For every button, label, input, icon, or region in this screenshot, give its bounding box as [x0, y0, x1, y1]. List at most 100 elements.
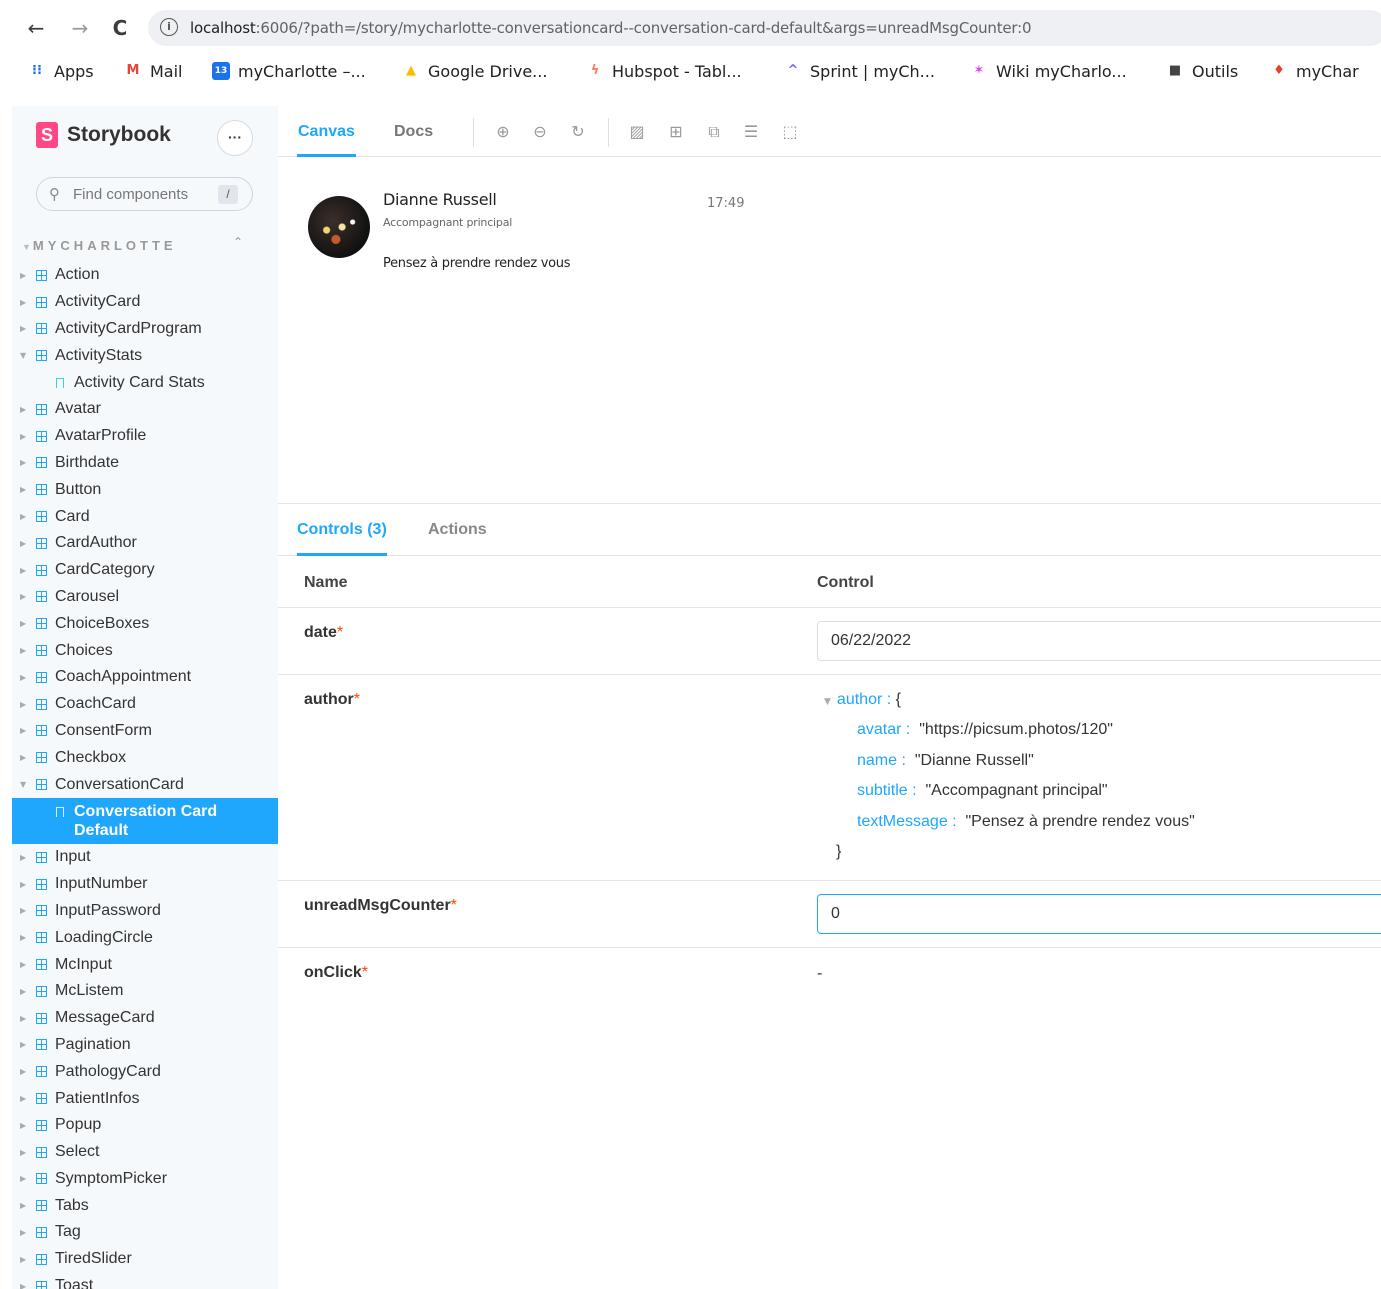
- apps-grid-icon: ⁝⁝: [32, 63, 42, 78]
- reload-icon[interactable]: C: [106, 14, 134, 42]
- chevron-right-icon: ▶: [20, 906, 27, 916]
- sidebar-item-coachcard[interactable]: ▶ CoachCard: [12, 691, 278, 718]
- sidebar-item-mcinput[interactable]: ▶ McInput: [12, 951, 278, 978]
- expand-collapse-icon[interactable]: ⌃: [233, 235, 243, 249]
- sidebar-item-tag[interactable]: ▶ Tag: [12, 1219, 278, 1246]
- tab-actions[interactable]: Actions: [428, 504, 487, 556]
- zoom-in-icon[interactable]: ⊕: [493, 122, 513, 142]
- sidebar-item-toast[interactable]: ▶ Toast: [12, 1273, 278, 1289]
- sidebar-item-activitystats[interactable]: ▼ ActivityStats: [12, 342, 278, 369]
- chevron-right-icon: ▶: [20, 512, 27, 522]
- sidebar-item-consentform[interactable]: ▶ ConsentForm: [12, 718, 278, 745]
- sidebar-item-cardauthor[interactable]: ▶ CardAuthor: [12, 530, 278, 557]
- sidebar-item-activitycardprogram[interactable]: ▶ ActivityCardProgram: [12, 316, 278, 343]
- sidebar-group-title[interactable]: ▼ MYCHARLOTTE: [22, 238, 177, 253]
- on-click-value: -: [817, 965, 823, 982]
- sidebar-item-label: ActivityCardProgram: [55, 319, 202, 337]
- sidebar-item-label: Popup: [55, 1116, 102, 1134]
- sidebar-item-messagecard[interactable]: ▶ MessageCard: [12, 1005, 278, 1032]
- sidebar-item-inputpassword[interactable]: ▶ InputPassword: [12, 898, 278, 925]
- sidebar-item-choiceboxes[interactable]: ▶ ChoiceBoxes: [12, 610, 278, 637]
- forward-arrow-icon[interactable]: →: [66, 14, 94, 42]
- tab-controls[interactable]: Controls (3): [297, 504, 387, 556]
- object-field[interactable]: textMessage : "Pensez à prendre rendez v…: [857, 813, 1195, 831]
- sidebar-item-avatar[interactable]: ▶ Avatar: [12, 396, 278, 423]
- sidebar-item-label: Birthdate: [55, 453, 120, 471]
- sidebar-item-label: SymptomPicker: [55, 1169, 168, 1187]
- bookmark-item[interactable]: ^ Sprint | myCh...: [784, 58, 935, 84]
- sidebar-item-tabs[interactable]: ▶ Tabs: [12, 1192, 278, 1219]
- storybook-brand[interactable]: S Storybook: [36, 122, 171, 148]
- object-field[interactable]: avatar : "https://picsum.photos/120": [857, 721, 1113, 739]
- sidebar-item-label: Select: [55, 1143, 100, 1161]
- sidebar-item-checkbox[interactable]: ▶ Checkbox: [12, 744, 278, 771]
- tab-canvas[interactable]: Canvas: [297, 106, 356, 157]
- sidebar-item-mclistem[interactable]: ▶ McListem: [12, 978, 278, 1005]
- card-time: 17:49: [707, 196, 745, 211]
- zoom-out-icon[interactable]: ⊖: [530, 122, 550, 142]
- sidebar-item-button[interactable]: ▶ Button: [12, 476, 278, 503]
- sidebar-item-label: MessageCard: [55, 1009, 155, 1027]
- tab-docs[interactable]: Docs: [394, 106, 433, 157]
- component-icon: [36, 1119, 47, 1131]
- sidebar-item-avatarprofile[interactable]: ▶ AvatarProfile: [12, 423, 278, 450]
- measure-icon[interactable]: ☰: [741, 122, 761, 142]
- sidebar-item-action[interactable]: ▶ Action: [12, 262, 278, 289]
- bookmark-item[interactable]: 13 myCharlotte –...: [212, 58, 366, 84]
- sidebar-item-input[interactable]: ▶ Input: [12, 844, 278, 871]
- site-info-icon[interactable]: i: [160, 18, 178, 36]
- back-arrow-icon[interactable]: ←: [22, 14, 50, 42]
- sidebar-item-tiredslider[interactable]: ▶ TiredSlider: [12, 1246, 278, 1273]
- sidebar-item-carousel[interactable]: ▶ Carousel: [12, 584, 278, 611]
- viewport-icon[interactable]: ⧉: [704, 122, 724, 142]
- bookmark-item[interactable]: ⁝⁝ Apps: [28, 58, 94, 84]
- component-icon: [36, 537, 47, 549]
- bookmark-item[interactable]: ϟ Hubspot - Tabl...: [586, 58, 742, 84]
- sidebar-item-coachappointment[interactable]: ▶ CoachAppointment: [12, 664, 278, 691]
- object-field[interactable]: name : "Dianne Russell": [857, 752, 1034, 770]
- unread-msg-counter-field[interactable]: 0: [817, 894, 1381, 934]
- outline-icon[interactable]: ⬚: [780, 122, 800, 142]
- object-field[interactable]: subtitle : "Accompagnant principal": [857, 782, 1108, 800]
- sidebar-item-activitycard[interactable]: ▶ ActivityCard: [12, 289, 278, 316]
- sidebar-item-label: PatientInfos: [55, 1089, 140, 1107]
- bookmark-item[interactable]: ♦ myChar: [1270, 58, 1359, 84]
- sidebar-story-activity-card-stats[interactable]: Activity Card Stats: [12, 369, 278, 396]
- url-text[interactable]: localhost:6006/?path=/story/mycharlotte-…: [190, 19, 1032, 37]
- search-shortcut-key: /: [218, 185, 238, 204]
- sidebar-item-pagination[interactable]: ▶ Pagination: [12, 1032, 278, 1059]
- date-field[interactable]: 06/22/2022: [817, 621, 1381, 661]
- sidebar-item-conversationcard[interactable]: ▼ ConversationCard: [12, 771, 278, 798]
- bookmark-item[interactable]: ▲ Google Drive...: [402, 58, 547, 84]
- sidebar-item-label: Action: [55, 266, 100, 284]
- chevron-right-icon: ▶: [20, 485, 27, 495]
- sidebar-item-birthdate[interactable]: ▶ Birthdate: [12, 450, 278, 477]
- bookmark-item[interactable]: M Mail: [124, 58, 183, 84]
- zoom-reset-icon[interactable]: ↻: [568, 122, 588, 142]
- sidebar-item-card[interactable]: ▶ Card: [12, 503, 278, 530]
- sidebar-item-loadingcircle[interactable]: ▶ LoadingCircle: [12, 924, 278, 951]
- sidebar-story-conversation-card-default[interactable]: Conversation Card Default: [12, 797, 278, 844]
- sidebar-item-pathologycard[interactable]: ▶ PathologyCard: [12, 1058, 278, 1085]
- sidebar-item-inputnumber[interactable]: ▶ InputNumber: [12, 871, 278, 898]
- column-header-control: Control: [817, 574, 874, 591]
- collapse-caret-icon[interactable]: ▼: [824, 697, 831, 707]
- sidebar-item-select[interactable]: ▶ Select: [12, 1139, 278, 1166]
- sidebar-item-popup[interactable]: ▶ Popup: [12, 1112, 278, 1139]
- sidebar-item-patientinfos[interactable]: ▶ PatientInfos: [12, 1085, 278, 1112]
- sidebar-item-choices[interactable]: ▶ Choices: [12, 637, 278, 664]
- bookmark-label: Wiki myCharlo...: [996, 61, 1127, 81]
- chevron-right-icon: ▶: [20, 699, 27, 709]
- bookmark-item[interactable]: ■ Outils: [1166, 58, 1238, 84]
- sidebar-menu-button[interactable]: ···: [217, 120, 253, 156]
- address-bar[interactable]: i localhost:6006/?path=/story/mycharlott…: [148, 10, 1381, 46]
- background-icon[interactable]: ▨: [627, 122, 647, 142]
- search-input[interactable]: ⚲ Find components /: [36, 177, 253, 211]
- collapse-caret-icon: ▼: [22, 242, 31, 252]
- bookmark-icon: [56, 377, 64, 388]
- bookmark-item[interactable]: ✶ Wiki myCharlo...: [970, 58, 1127, 84]
- grid-icon[interactable]: ⊞: [666, 122, 686, 142]
- sidebar-item-cardcategory[interactable]: ▶ CardCategory: [12, 557, 278, 584]
- control-name: date*: [304, 624, 344, 641]
- sidebar-item-symptompicker[interactable]: ▶ SymptomPicker: [12, 1166, 278, 1193]
